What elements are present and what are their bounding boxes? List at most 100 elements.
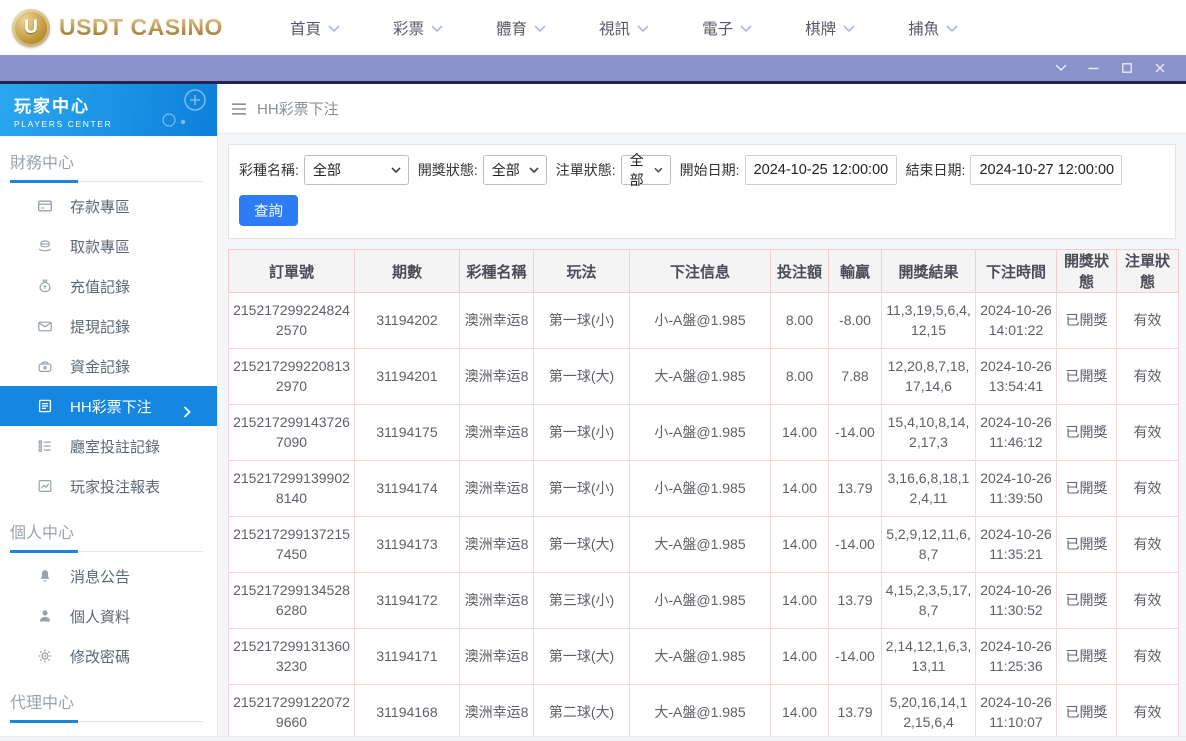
sidebar-item-funds-records[interactable]: 資金記錄 <box>0 346 217 386</box>
main-nav: 首頁 彩票 體育 視訊 電子 棋牌 捕魚 <box>290 17 958 39</box>
cell-order-status: 有效 <box>1116 516 1179 573</box>
end-date-input[interactable]: 2024-10-27 12:00:00 <box>970 155 1123 185</box>
sidebar-item-profile[interactable]: 個人資料 <box>0 596 217 636</box>
sidebar-item-hh-lottery-bets[interactable]: HH彩票下注 <box>0 386 217 426</box>
horizontal-scrollbar[interactable] <box>0 736 1186 741</box>
cell-play: 第一球(大) <box>533 628 630 685</box>
cell-play: 第二球(大) <box>533 684 630 741</box>
cell-period: 31194174 <box>354 460 460 517</box>
content-area: 彩種名稱: 全部 開獎狀態: 全部 注單狀態: 全部 開始日期: 2024-10… <box>218 134 1186 741</box>
cell-order-no: 2152172991399028140 <box>228 460 355 517</box>
cell-order-status: 有效 <box>1116 572 1179 629</box>
search-button[interactable]: 查詢 <box>239 195 298 226</box>
card-icon <box>37 198 53 214</box>
close-icon[interactable] <box>1143 55 1176 81</box>
menu-icon[interactable] <box>231 102 247 115</box>
cell-bet-time: 2024-10-26 13:54:41 <box>975 348 1057 405</box>
cell-bet-time: 2024-10-26 11:35:21 <box>975 516 1057 573</box>
logo[interactable]: U USDT CASINO <box>0 8 262 47</box>
nav-item-electronic[interactable]: 電子 <box>702 17 752 39</box>
sidebar-item-withdrawal-records[interactable]: 提現記錄 <box>0 306 217 346</box>
cell-play: 第一球(大) <box>533 516 630 573</box>
nav-item-sports[interactable]: 體育 <box>496 17 546 39</box>
money-bag-icon <box>37 278 53 294</box>
logo-coin-icon: U <box>12 8 50 47</box>
chevron-down-icon <box>534 23 546 33</box>
sidebar-section-title: 個人中心 <box>10 525 75 542</box>
nav-item-video[interactable]: 視訊 <box>599 17 649 39</box>
cell-draw-status: 已開獎 <box>1056 348 1117 405</box>
sidebar-item-hall-bet-records[interactable]: 廳室投註記錄 <box>0 426 217 466</box>
cell-draw-status: 已開獎 <box>1056 460 1117 517</box>
column-header-lottery-name: 彩種名稱 <box>459 249 534 293</box>
cell-period: 31194201 <box>354 348 460 405</box>
sidebar-item-change-password[interactable]: 修改密碼 <box>0 636 217 676</box>
nav-item-home[interactable]: 首頁 <box>290 17 340 39</box>
cell-draw-status: 已開獎 <box>1056 404 1117 461</box>
cell-bet-info: 大-A盤@1.985 <box>629 628 771 685</box>
nav-item-fishing[interactable]: 捕魚 <box>908 17 958 39</box>
sidebar-item-label: 存款專區 <box>70 198 131 216</box>
main-panel: HH彩票下注 彩種名稱: 全部 開獎狀態: 全部 注單狀態: 全部 開始日期: … <box>218 84 1186 741</box>
cell-order-status: 有效 <box>1116 684 1179 741</box>
top-header: U USDT CASINO 首頁 彩票 體育 視訊 電子 棋牌 捕魚 <box>0 0 1186 55</box>
sidebar-item-recharge-records[interactable]: 充值記錄 <box>0 266 217 306</box>
document-icon <box>37 398 53 414</box>
chevron-down-icon <box>529 167 539 173</box>
cell-win-loss: 13.79 <box>828 684 882 741</box>
column-header-order-no: 訂單號 <box>228 249 355 293</box>
purse-icon <box>37 358 53 374</box>
cell-play: 第三球(小) <box>533 572 630 629</box>
cell-win-loss: 7.88 <box>828 348 882 405</box>
cell-draw-status: 已開獎 <box>1056 684 1117 741</box>
column-header-draw-result: 開獎結果 <box>881 249 976 293</box>
lottery-name-select[interactable]: 全部 <box>303 155 409 185</box>
cell-win-loss: -8.00 <box>828 292 882 349</box>
start-date-input[interactable]: 2024-10-25 12:00:00 <box>744 155 897 185</box>
sidebar-item-announcements[interactable]: 消息公告 <box>0 556 217 596</box>
draw-status-select[interactable]: 全部 <box>482 155 547 185</box>
page-title: HH彩票下注 <box>257 101 339 118</box>
column-header-bet-time: 下注時間 <box>975 249 1057 293</box>
maximize-icon[interactable] <box>1110 55 1143 81</box>
cell-order-no: 2152172992248242570 <box>228 292 355 349</box>
draw-status-label: 開獎狀態: <box>417 162 478 178</box>
sidebar-item-label: 廳室投註記錄 <box>70 438 161 456</box>
start-date-label: 開始日期: <box>679 162 740 178</box>
sidebar-item-player-bet-report[interactable]: 玩家投注報表 <box>0 466 217 506</box>
order-status-select[interactable]: 全部 <box>620 152 671 188</box>
table-row: 2152172991313603230 31194171 澳洲幸运8 第一球(大) 大-… <box>228 628 1179 685</box>
sidebar-item-label: 充值記錄 <box>70 278 131 296</box>
sidebar-item-deposit-zone[interactable]: 存款專區 <box>0 186 217 226</box>
logo-text: USDT CASINO <box>59 14 223 40</box>
cell-lottery-name: 澳洲幸运8 <box>459 516 534 573</box>
coins-hand-icon <box>37 238 53 254</box>
cell-order-status: 有效 <box>1116 404 1179 461</box>
cell-lottery-name: 澳洲幸运8 <box>459 628 534 685</box>
gamepad-icon <box>162 89 206 127</box>
collapse-chevron-icon[interactable] <box>1044 55 1077 81</box>
nav-item-lottery[interactable]: 彩票 <box>393 17 443 39</box>
report-icon <box>37 478 53 494</box>
section-underline <box>10 173 203 183</box>
sidebar-item-label: 修改密碼 <box>70 648 131 666</box>
cell-bet-time: 2024-10-26 14:01:22 <box>975 292 1057 349</box>
cell-order-no: 2152172992208132970 <box>228 348 355 405</box>
chevron-down-icon <box>843 23 855 33</box>
sidebar-item-withdraw-zone[interactable]: 取款專區 <box>0 226 217 266</box>
nav-item-board-games[interactable]: 棋牌 <box>805 17 855 39</box>
cell-bet-amount: 8.00 <box>770 348 829 405</box>
cell-order-status: 有效 <box>1116 348 1179 405</box>
app-window: U USDT CASINO 首頁 彩票 體育 視訊 電子 棋牌 捕魚 玩家中心 PLAYER… <box>0 0 1186 741</box>
minimize-icon[interactable] <box>1077 55 1110 81</box>
table-row: 2152172992208132970 31194201 澳洲幸运8 第一球(大) 大-… <box>228 348 1179 405</box>
cell-win-loss: -14.00 <box>828 404 882 461</box>
cell-draw-result: 12,20,8,7,18,17,14,6 <box>881 348 976 405</box>
cell-draw-result: 4,15,2,3,5,17,8,7 <box>881 572 976 629</box>
wallet-icon <box>37 318 53 334</box>
chevron-down-icon <box>391 167 401 173</box>
cell-win-loss: -14.00 <box>828 516 882 573</box>
cell-bet-info: 小-A盤@1.985 <box>629 404 771 461</box>
chevron-down-icon <box>946 23 958 33</box>
cell-bet-amount: 14.00 <box>770 628 829 685</box>
